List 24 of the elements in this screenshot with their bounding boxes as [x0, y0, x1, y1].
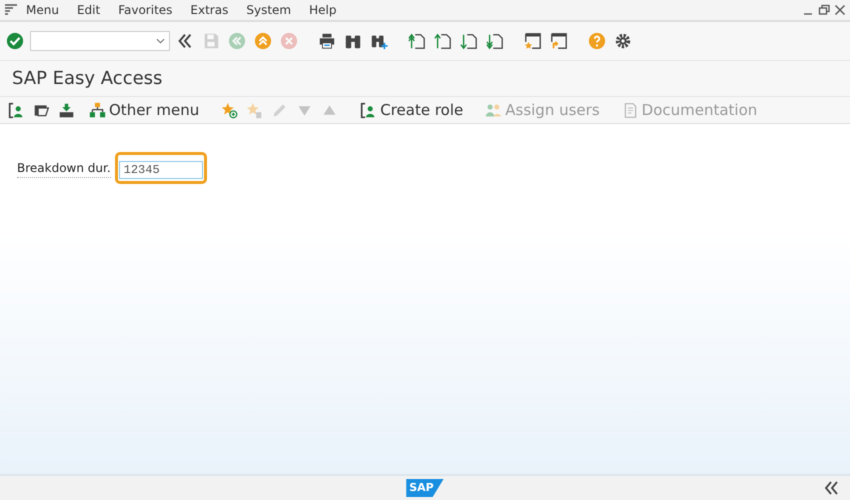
expand-icon[interactable]: [824, 481, 840, 495]
field-label: Breakdown dur.: [17, 158, 111, 178]
toolbar-button[interactable]: Create role: [356, 97, 468, 123]
menu-item[interactable]: Help: [309, 1, 336, 19]
menu-item[interactable]: System: [246, 1, 292, 19]
window-star-icon[interactable]: [522, 30, 544, 52]
menu-icon[interactable]: [4, 4, 18, 16]
window-arrow-icon[interactable]: [548, 30, 570, 52]
menu-item[interactable]: Edit: [76, 1, 100, 19]
screen-title: SAP Easy Access: [0, 60, 850, 96]
user-frame-icon: [360, 102, 378, 118]
restore-button[interactable]: [818, 4, 830, 16]
logo: SAP: [406, 478, 444, 498]
menu-item[interactable]: Menu: [26, 1, 59, 19]
dropdown-icon: [156, 38, 165, 44]
menu-item[interactable]: Favorites: [118, 1, 172, 19]
menu-item[interactable]: Extras: [190, 1, 228, 19]
check-icon[interactable]: [4, 30, 26, 52]
command-field[interactable]: [30, 31, 170, 51]
hierarchy-icon: [89, 102, 106, 118]
toolbar-button[interactable]: Other menu: [85, 97, 204, 123]
users-icon: [485, 102, 502, 118]
close-button[interactable]: [834, 4, 846, 16]
input-field[interactable]: 12345: [118, 161, 203, 179]
